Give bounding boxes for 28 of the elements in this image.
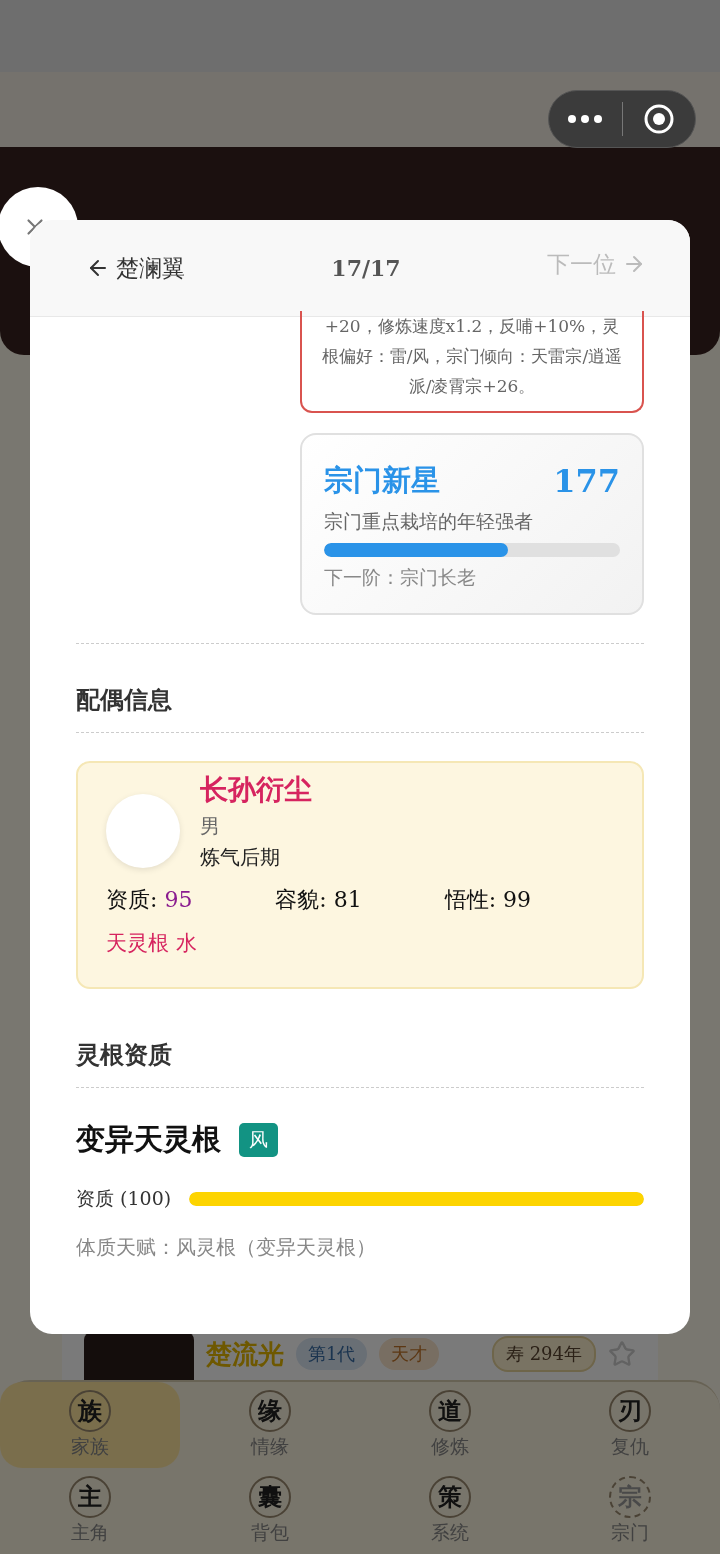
page-counter: 17/17 (331, 255, 401, 281)
stat-text: 悟性: 99 (444, 886, 533, 914)
close-target-icon[interactable] (642, 103, 675, 135)
stat-text: 资质: 95 (106, 886, 194, 914)
previous-button[interactable]: 楚澜翼 (86, 252, 185, 284)
lifespan-tag: 寿 294年 (491, 1336, 596, 1372)
member-name: 楚流光 (206, 1337, 284, 1371)
aptitude-label: 资质 (100) (76, 1186, 172, 1211)
talent-tag: 天才 (379, 1338, 440, 1370)
root-name: 变异天灵根 (76, 1121, 221, 1158)
section-title: 配偶信息 (76, 684, 173, 716)
star-icon[interactable] (608, 1340, 636, 1368)
rank-title: 宗门新星 (324, 462, 440, 499)
spirit-root-text: 天灵根 水 (106, 930, 198, 957)
section-title: 灵根资质 (76, 1039, 173, 1071)
spouse-gender: 男 (200, 813, 221, 840)
next-rank: 下一阶：宗门长老 (324, 565, 477, 590)
nav-tab[interactable]: 族 家族 (0, 1382, 180, 1468)
element-badge: 风 (239, 1123, 278, 1157)
stat-text: 容貌: 81 (275, 886, 363, 914)
rank-description: 宗门重点栽培的年轻强者 (324, 509, 534, 534)
constitution-text: 体质天赋：风灵根（变异天灵根） (76, 1234, 377, 1261)
more-icon[interactable] (568, 114, 603, 124)
spouse-realm: 炼气后期 (200, 844, 281, 871)
rank-score: 177 (553, 462, 620, 500)
trait-description: +20，修炼速度x1.2，反哺+10%，灵根偏好：雷/风，宗门倾向：天雷宗/逍遥派/凌霄宗+26。 (300, 311, 644, 413)
spouse-name: 长孙衍尘 (200, 772, 312, 808)
generation-tag: 第1代 (296, 1338, 368, 1370)
